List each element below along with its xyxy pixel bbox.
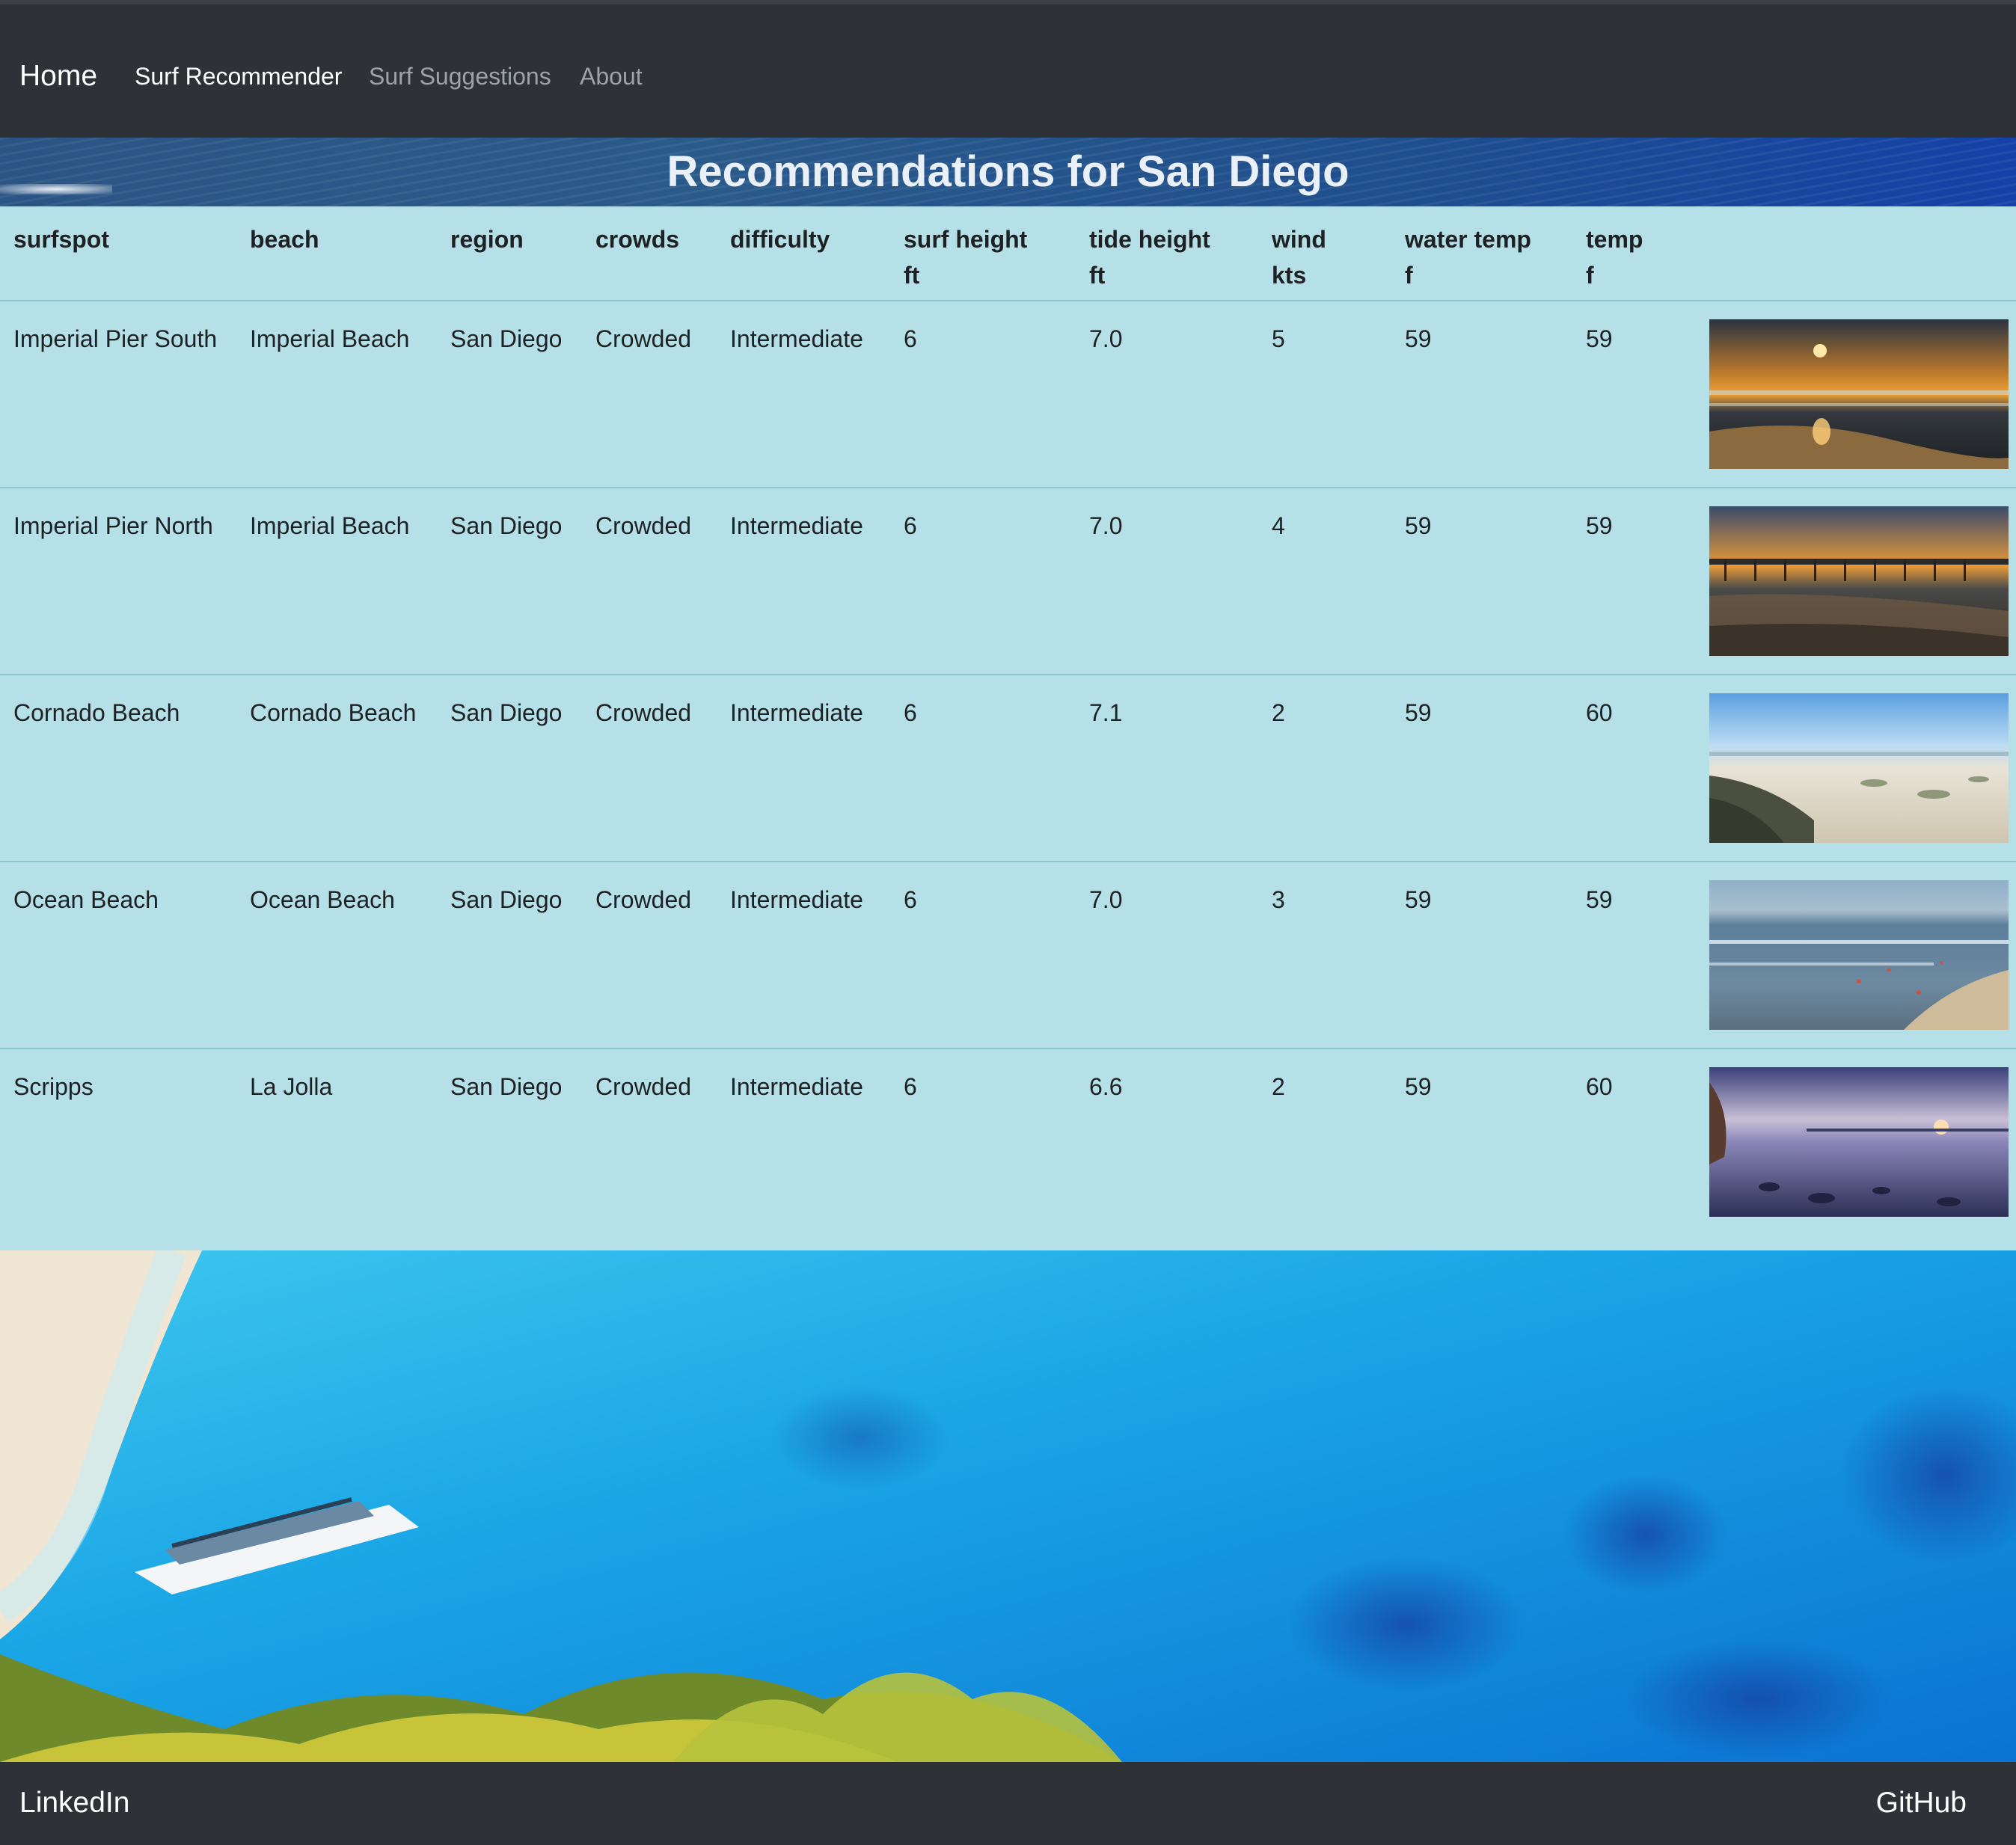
table-row: Cornado Beach Cornado Beach San Diego Cr…: [0, 675, 2016, 862]
cell-temp: 59: [1572, 862, 1709, 1049]
cell-water-temp: 59: [1391, 301, 1572, 488]
cell-temp: 59: [1572, 301, 1709, 488]
cell-surfspot: Imperial Pier North: [0, 488, 236, 675]
cell-photo: [1709, 1049, 2016, 1235]
cell-water-temp: 59: [1405, 1073, 1432, 1100]
cell-surf-height: 6: [890, 675, 1076, 862]
cell-crowds: Crowded: [582, 301, 717, 488]
header-region: region: [437, 206, 582, 301]
cell-region: San Diego: [437, 675, 582, 862]
lagoon-background-photo: [0, 1250, 2016, 1762]
cell-beach: Cornado Beach: [236, 675, 437, 862]
cell-beach: Imperial Beach: [236, 488, 437, 675]
cell-tide-height: 7.0: [1076, 488, 1258, 675]
cell-wind: 3: [1258, 862, 1391, 1049]
sandy-beach-photo: [1709, 693, 2009, 843]
header-surfspot: surfspot: [0, 206, 236, 301]
cell-beach: Imperial Beach: [236, 301, 437, 488]
header-difficulty: difficulty: [717, 206, 890, 301]
page-title: Recommendations for San Diego: [667, 147, 1349, 196]
cell-difficulty: Intermediate: [717, 862, 890, 1049]
table-header-row: surfspot beach region crowds difficulty …: [0, 206, 2016, 301]
cell-crowds: Crowded: [595, 1073, 692, 1100]
cell-tide-height: 7.0: [1076, 301, 1258, 488]
header-photo: [1709, 206, 2016, 301]
nav-link-surf-suggestions[interactable]: Surf Suggestions: [369, 61, 551, 91]
cell-wind: 2: [1272, 1073, 1285, 1100]
cell-crowds: Crowded: [582, 675, 717, 862]
table-row: Imperial Pier South Imperial Beach San D…: [0, 301, 2016, 488]
cell-tide-height: 6.6: [1089, 1073, 1123, 1100]
cell-crowds: Crowded: [582, 488, 717, 675]
cell-photo: [1709, 301, 2016, 488]
header-temp: temp f: [1572, 206, 1709, 301]
cell-crowds: Crowded: [582, 862, 717, 1049]
sunset-surf-photo: [1709, 319, 2009, 469]
nav-link-about[interactable]: About: [580, 61, 643, 91]
cell-region: San Diego: [437, 301, 582, 488]
rocky-pier-sunset-photo: [1709, 1067, 2009, 1217]
cell-surf-height: 6: [890, 862, 1076, 1049]
cell-surfspot: Ocean Beach: [0, 862, 236, 1049]
cell-beach: Ocean Beach: [236, 862, 437, 1049]
header-water-temp: water temp f: [1391, 206, 1572, 301]
header-wind: wind kts: [1258, 206, 1391, 301]
nav-link-surf-recommender[interactable]: Surf Recommender: [135, 61, 342, 91]
cell-water-temp: 59: [1391, 862, 1572, 1049]
header-surf-height: surf height ft: [890, 206, 1076, 301]
table-row: Imperial Pier North Imperial Beach San D…: [0, 488, 2016, 675]
footer: LinkedIn GitHub: [0, 1762, 2016, 1845]
cell-water-temp: 59: [1391, 488, 1572, 675]
cell-photo: [1709, 862, 2016, 1049]
linkedin-link[interactable]: LinkedIn: [19, 1784, 129, 1822]
cell-wind: 5: [1258, 301, 1391, 488]
cell-wind: 4: [1258, 488, 1391, 675]
header-tide-height: tide height ft: [1076, 206, 1258, 301]
cell-tide-height: 7.1: [1076, 675, 1258, 862]
cell-region: San Diego: [437, 488, 582, 675]
cell-difficulty: Intermediate: [717, 301, 890, 488]
cell-difficulty: Intermediate: [717, 488, 890, 675]
recommendations-table-container: surfspot beach region crowds difficulty …: [0, 206, 2016, 1250]
top-navbar: Home Surf Recommender Surf Suggestions A…: [0, 0, 2016, 138]
lagoon-aerial-image: [0, 1250, 2016, 1762]
cell-surf-height: 6: [890, 488, 1076, 675]
cell-wind: 2: [1258, 675, 1391, 862]
cell-region: San Diego: [437, 862, 582, 1049]
cell-photo: [1709, 488, 2016, 675]
hero-banner: Recommendations for San Diego: [0, 138, 2016, 206]
cell-difficulty: Intermediate: [730, 1073, 863, 1100]
cell-surf-height: 6: [904, 1073, 917, 1100]
cell-tide-height: 7.0: [1076, 862, 1258, 1049]
cell-surf-height: 6: [890, 301, 1076, 488]
recommendations-table: surfspot beach region crowds difficulty …: [0, 206, 2016, 1235]
cell-temp: 59: [1572, 488, 1709, 675]
table-row: Scripps La Jolla San Diego Crowded Inter…: [0, 1049, 2016, 1235]
cell-beach: La Jolla: [250, 1073, 333, 1100]
cell-difficulty: Intermediate: [717, 675, 890, 862]
header-beach: beach: [236, 206, 437, 301]
cell-surfspot: Imperial Pier South: [0, 301, 236, 488]
github-link[interactable]: GitHub: [1876, 1784, 1967, 1822]
cell-surfspot: Scripps: [13, 1073, 94, 1100]
pier-sunset-photo: [1709, 506, 2009, 656]
table-row: Ocean Beach Ocean Beach San Diego Crowde…: [0, 862, 2016, 1049]
shoreline-photo: [1709, 880, 2009, 1030]
cell-photo: [1709, 675, 2016, 862]
home-link[interactable]: Home: [19, 58, 97, 94]
cell-surfspot: Cornado Beach: [0, 675, 236, 862]
cell-temp: 60: [1586, 1073, 1613, 1100]
cell-temp: 60: [1572, 675, 1709, 862]
header-crowds: crowds: [582, 206, 717, 301]
cell-water-temp: 59: [1391, 675, 1572, 862]
cell-region: San Diego: [450, 1073, 563, 1100]
